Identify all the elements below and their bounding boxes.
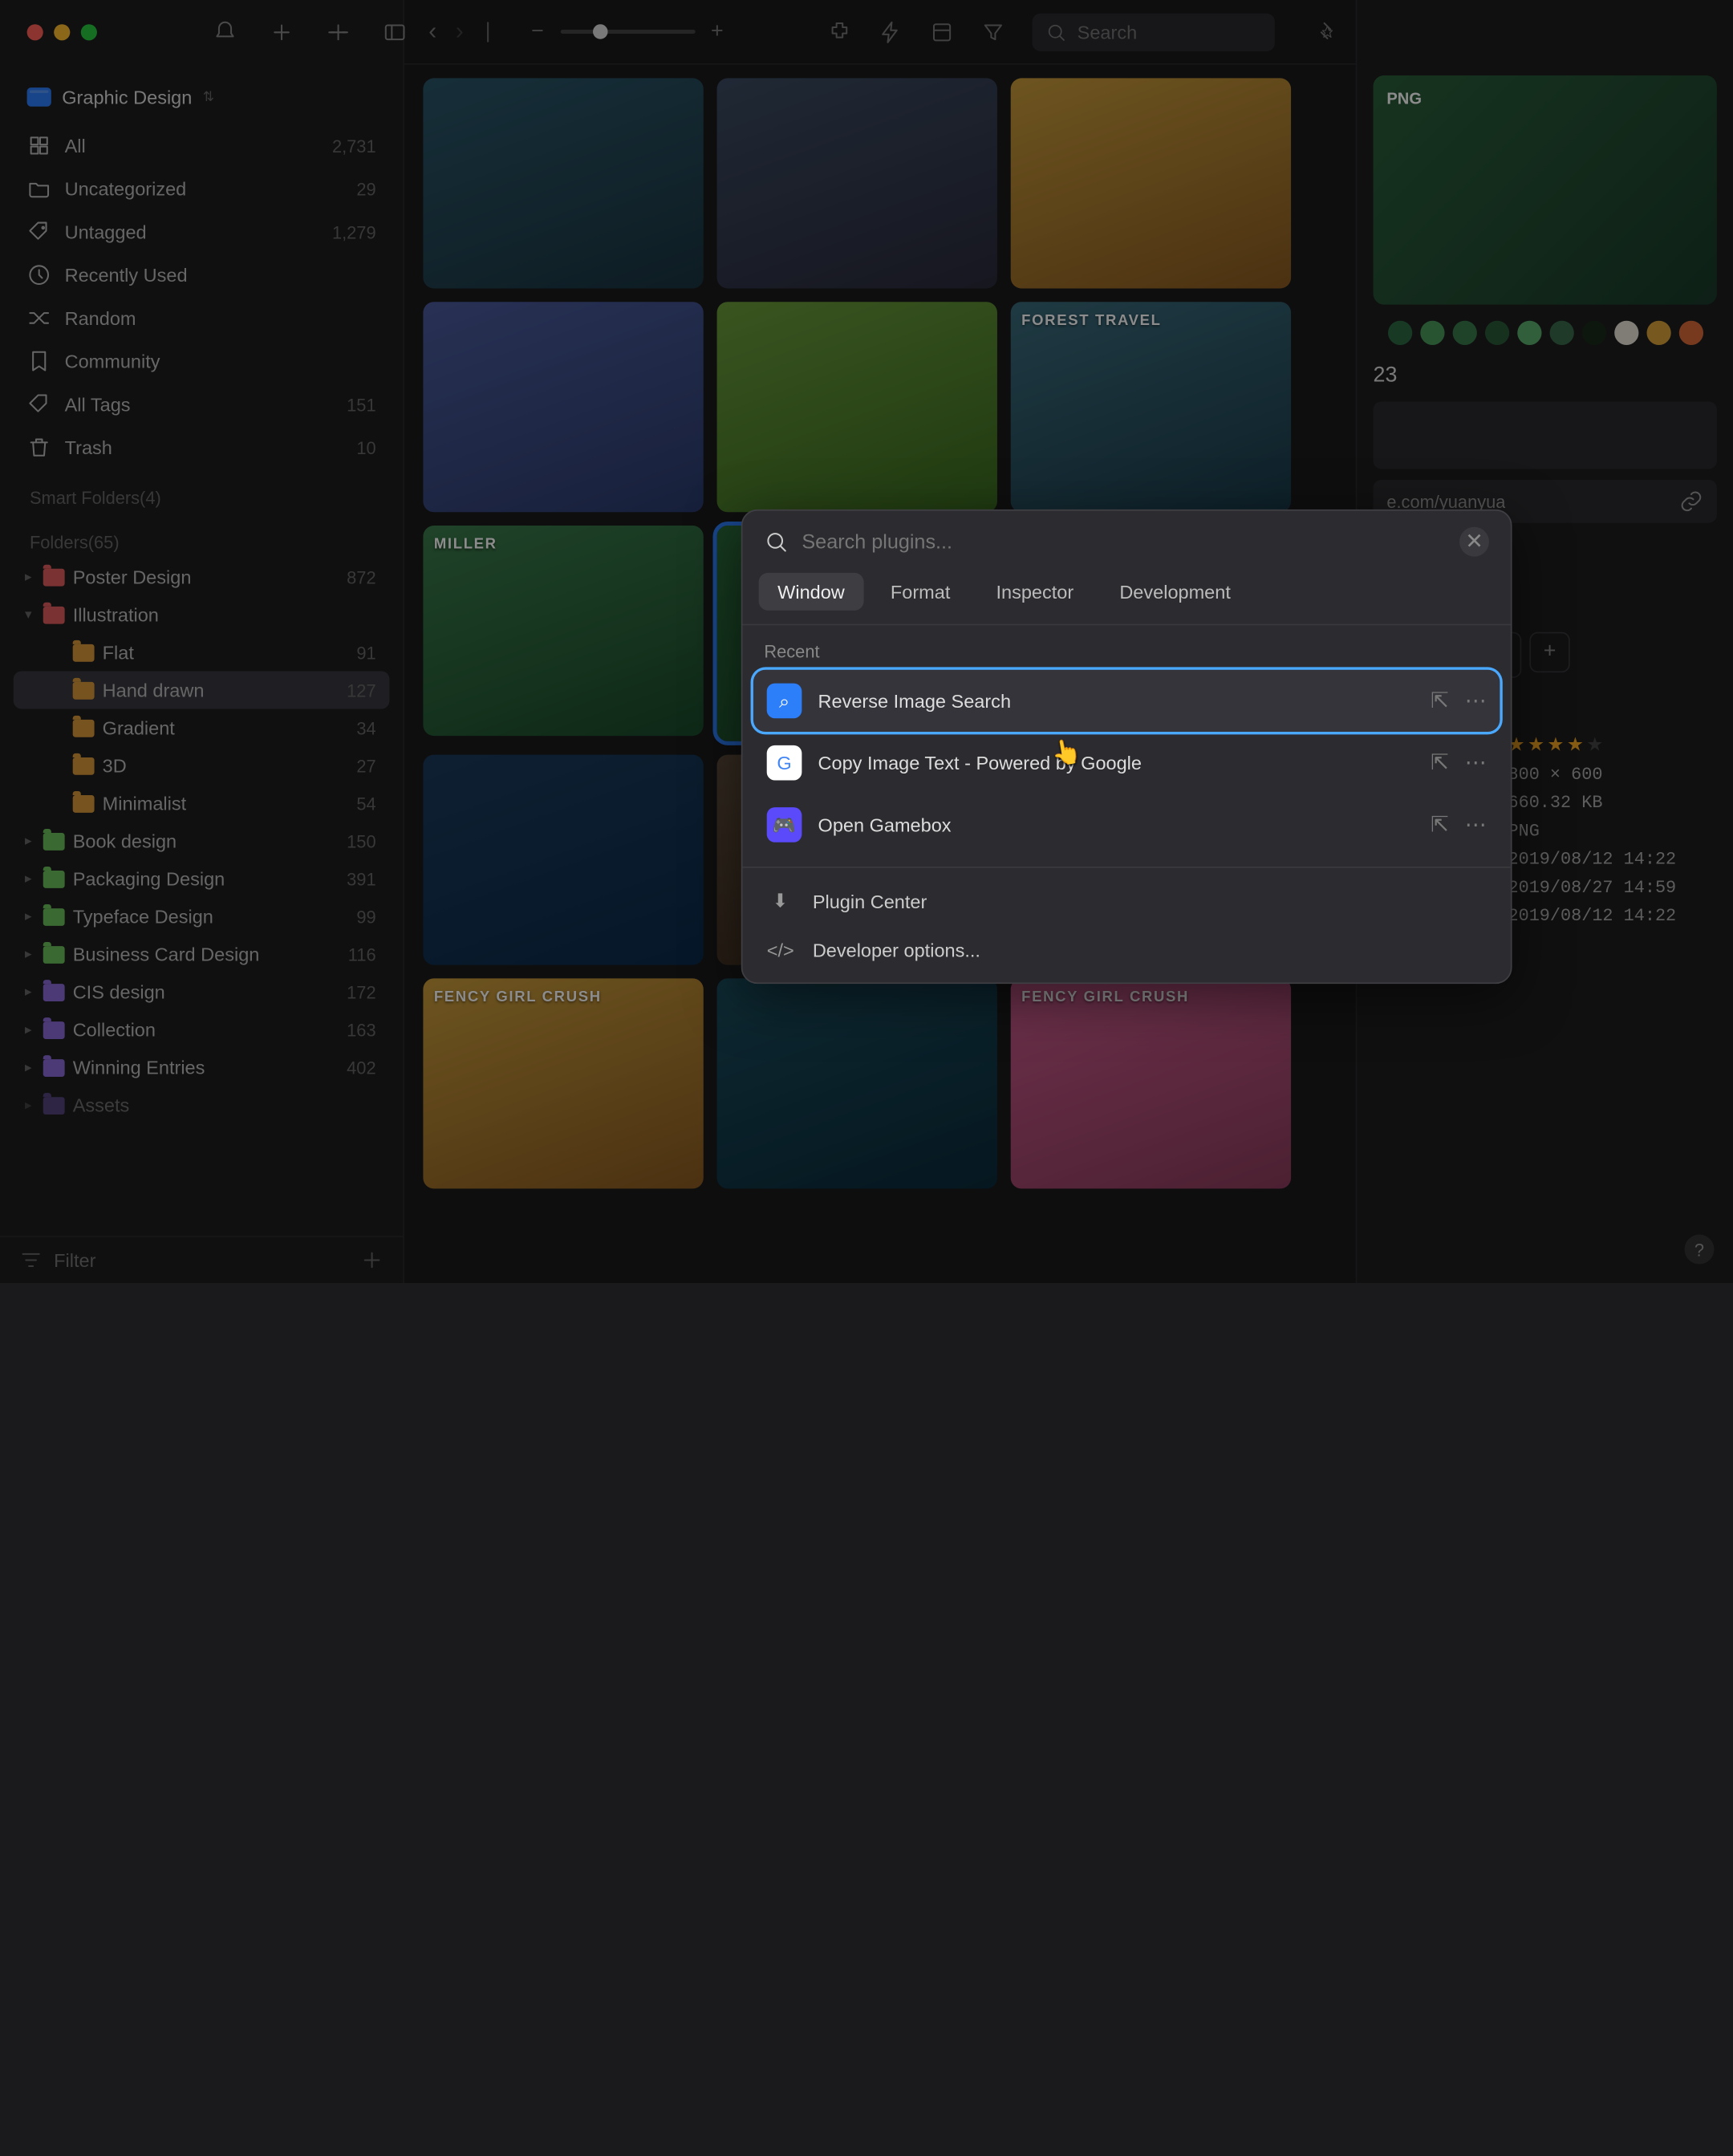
popup-tab-format[interactable]: Format xyxy=(871,573,969,611)
plugin-popup: ✕ WindowFormatInspectorDevelopment Recen… xyxy=(741,510,1512,984)
plugin-list: ⌕ Reverse Image Search ⇱ ⋯ G Copy Image … xyxy=(742,670,1510,867)
download-icon: ⬇ xyxy=(767,890,794,913)
unpin-icon[interactable]: ⇱ xyxy=(1431,688,1449,715)
popup-tab-development[interactable]: Development xyxy=(1101,573,1250,611)
plugin-name: Reverse Image Search xyxy=(818,690,1012,712)
cursor-icon: 👆 xyxy=(1049,736,1083,769)
developer-options-button[interactable]: </> Developer options... xyxy=(753,926,1500,974)
more-icon[interactable]: ⋯ xyxy=(1465,811,1487,838)
unpin-icon[interactable]: ⇱ xyxy=(1431,749,1449,777)
plugin-name: Open Gamebox xyxy=(818,814,952,835)
popup-tab-inspector[interactable]: Inspector xyxy=(977,573,1093,611)
popup-tab-window[interactable]: Window xyxy=(759,573,864,611)
popup-tabs: WindowFormatInspectorDevelopment xyxy=(742,573,1510,626)
search-icon xyxy=(764,530,788,554)
plugin-item[interactable]: G Copy Image Text - Powered by Google ⇱ … xyxy=(753,732,1500,794)
section-recent: Recent xyxy=(742,625,1510,669)
plugin-center-button[interactable]: ⬇ Plugin Center xyxy=(753,876,1500,926)
unpin-icon[interactable]: ⇱ xyxy=(1431,811,1449,838)
more-icon[interactable]: ⋯ xyxy=(1465,688,1487,715)
plugin-name: Copy Image Text - Powered by Google xyxy=(818,752,1142,773)
plugin-item[interactable]: ⌕ Reverse Image Search ⇱ ⋯ xyxy=(753,670,1500,732)
more-icon[interactable]: ⋯ xyxy=(1465,749,1487,777)
close-button[interactable]: ✕ xyxy=(1459,527,1489,557)
plugin-item[interactable]: 🎮 Open Gamebox ⇱ ⋯ xyxy=(753,794,1500,855)
plugin-app-icon: ⌕ xyxy=(767,684,802,719)
plugin-app-icon: G xyxy=(767,745,802,781)
plugin-app-icon: 🎮 xyxy=(767,807,802,843)
plugin-search-input[interactable] xyxy=(802,530,1446,554)
code-icon: </> xyxy=(767,940,794,961)
